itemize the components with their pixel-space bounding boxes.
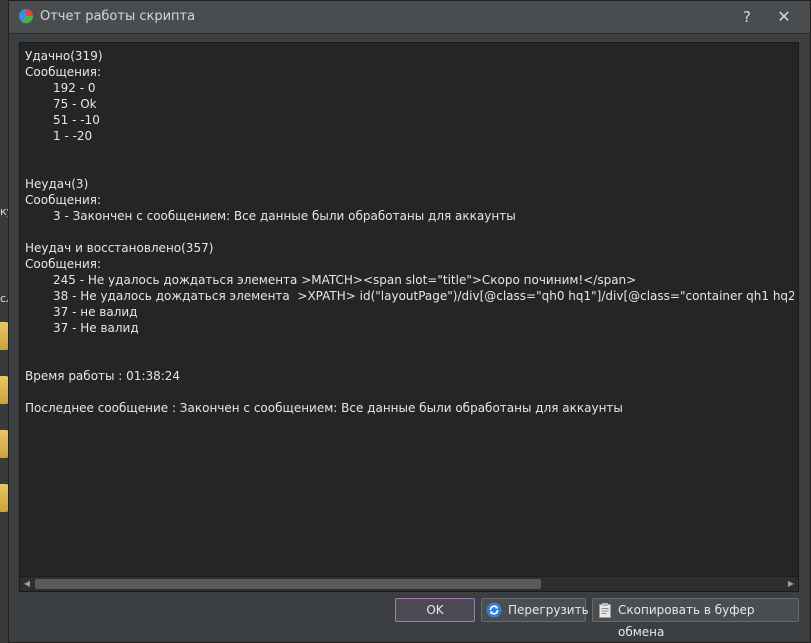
report-text-area[interactable]: Удачно(319) Сообщения: 192 - 0 75 - Ok 51 - … [19,42,799,592]
refresh-icon [486,602,502,618]
report-line: 75 - Ok [53,97,97,111]
report-line: Удачно(319) [25,49,103,63]
title-bar[interactable]: Отчет работы скрипта ? ✕ [9,1,810,34]
report-line [25,144,794,160]
reload-button-label: Перегрузить [508,603,589,617]
report-line [25,224,794,240]
report-line [25,336,794,352]
horizontal-scrollbar[interactable]: ◀ ▶ [20,576,798,591]
close-button[interactable]: ✕ [769,5,799,29]
report-line: 245 - Не удалось дождаться элемента >MAT… [53,273,637,287]
report-line: 192 - 0 [53,81,96,95]
report-line: 37 - Не валид [53,321,139,335]
report-line: Последнее сообщение : Закончен с сообщен… [25,401,623,415]
report-line [25,160,794,176]
report-line: 1 - -20 [53,129,93,143]
ok-button[interactable]: OK [395,598,475,622]
scroll-right-icon[interactable]: ▶ [784,577,798,591]
report-line [25,352,794,368]
report-line: Сообщения: [25,65,102,79]
report-line: Время работы : 01:38:24 [25,369,181,383]
report-line: Неудач и восстановлено(357) [25,241,214,255]
report-line: Сообщения: [25,193,102,207]
report-line: 3 - Закончен с сообщением: Все данные бы… [53,209,516,223]
scrollbar-thumb[interactable] [35,579,541,589]
scroll-left-icon[interactable]: ◀ [20,577,34,591]
copy-to-clipboard-button[interactable]: Скопировать в буфер обмена [592,598,799,639]
copy-button-label: Скопировать в буфер обмена [618,603,755,639]
window-title: Отчет работы скрипта [40,9,196,24]
reload-button[interactable]: Перегрузить [481,598,589,622]
pie-chart-icon [19,9,34,24]
report-line: 37 - не валид [53,305,138,319]
report-line [25,384,794,400]
clipboard-icon [599,603,611,618]
script-report-dialog: Отчет работы скрипта ? ✕ Удачно(319) Сооб… [8,0,811,643]
report-line: 38 - Не удалось дождаться элемента >XPAT… [53,289,794,303]
report-line: Сообщения: [25,257,102,271]
report-line: 51 - -10 [53,113,100,127]
help-button[interactable]: ? [732,5,762,29]
report-content: Удачно(319) Сообщения: 192 - 0 75 - Ok 51 - … [25,48,794,575]
report-line: Неудач(3) [25,177,89,191]
